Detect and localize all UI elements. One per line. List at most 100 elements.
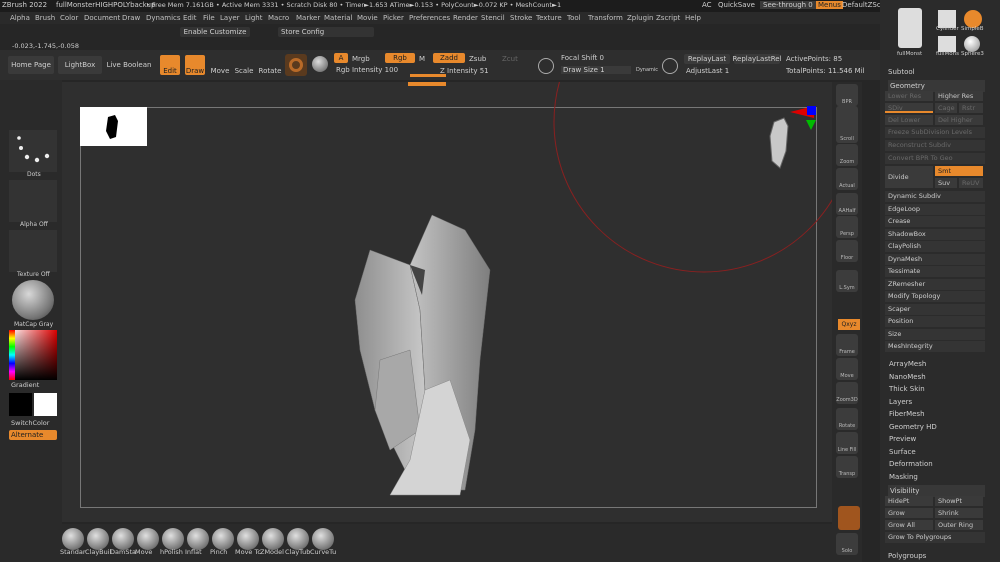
tool-bpr[interactable]: BPR [836,84,858,106]
rstr-button[interactable]: Rstr [959,103,983,113]
section-arraymesh[interactable]: ArrayMesh [889,360,926,368]
store-config-button[interactable]: Store Config [278,27,374,37]
grow-to-polygroups-button[interactable]: Grow To Polygroups [885,532,985,543]
brush-move-tc[interactable] [237,528,259,550]
zadd-toggle[interactable]: Zadd [433,53,465,63]
menu-help[interactable]: Help [685,14,701,22]
color-picker[interactable] [9,330,57,380]
section-preview[interactable]: Preview [889,435,916,443]
brush-claytub[interactable] [287,528,309,550]
lightbox-button[interactable]: LightBox [58,56,102,74]
tool-solo[interactable]: Solo [836,533,858,555]
secondary-color-swatch[interactable] [34,393,57,416]
geometry-edgeloop-button[interactable]: EdgeLoop [885,203,985,215]
suv-toggle[interactable]: Suv [935,178,957,188]
enable-customize-button[interactable]: Enable Customize [180,27,250,37]
menu-material[interactable]: Material [324,14,352,22]
geometry-position-button[interactable]: Position [885,316,985,327]
tool-thumb-fullmons2[interactable] [938,36,956,52]
zsub-toggle[interactable]: Zsub [469,55,486,63]
brush-claybuil[interactable] [87,528,109,550]
menu-file[interactable]: File [203,14,215,22]
menu-stroke[interactable]: Stroke [510,14,532,22]
geometry-dynamic-subdiv-button[interactable]: Dynamic Subdiv [885,191,985,202]
menu-picker[interactable]: Picker [383,14,404,22]
mrgb-toggle[interactable]: Mrgb [352,55,370,63]
tool-rotate[interactable]: Rotate [836,408,858,430]
tool-line-fill[interactable]: Line Fill [836,432,858,454]
menu-zscript[interactable]: Zscript [656,14,680,22]
divide-button[interactable]: Divide [885,166,933,188]
stroke-dots-thumbnail[interactable] [9,130,57,172]
focal-shift-slider[interactable]: Focal Shift 0 [561,54,604,62]
menu-color[interactable]: Color [60,14,78,22]
axis-gizmo[interactable] [760,106,818,176]
geometry-tessimate-button[interactable]: Tessimate [885,266,985,277]
scale-button[interactable]: Scale [234,55,254,75]
quicksave-button[interactable]: QuickSave [718,1,755,9]
texture-thumbnail[interactable] [9,230,57,272]
section-fibermesh[interactable]: FiberMesh [889,410,925,418]
brush-standar[interactable] [62,528,84,550]
home-page-button[interactable]: Home Page [8,56,54,74]
brush-size-icon[interactable] [538,58,554,74]
dynamic-toggle[interactable]: Dynamic [636,67,658,73]
menu-movie[interactable]: Movie [357,14,378,22]
menu-zplugin[interactable]: Zplugin [627,14,653,22]
switch-color-button[interactable]: SwitchColor [11,419,49,427]
menu-tool[interactable]: Tool [567,14,581,22]
canvas-scroll-indicator[interactable] [408,82,446,86]
mesh-model[interactable] [350,210,500,500]
geometry-size-button[interactable]: Size [885,328,985,340]
section-masking[interactable]: Masking [889,473,918,481]
geometry-dynamesh-button[interactable]: DynaMesh [885,253,985,265]
menu-alpha[interactable]: Alpha [10,14,30,22]
draw-button[interactable]: Draw [185,55,205,75]
menu-transform[interactable]: Transform [588,14,623,22]
tool-transp[interactable]: Transp [836,456,858,478]
rgb-toggle[interactable]: Rgb [385,53,415,63]
geometry-meshintegrity-button[interactable]: MeshIntegrity [885,341,985,352]
cage-button[interactable]: Cage [935,103,957,113]
tool-thumb-fullmonster[interactable] [898,8,922,48]
outer-ring-button[interactable]: Outer Ring [935,520,983,530]
geometry-crease-button[interactable]: Crease [885,216,985,227]
menu-render[interactable]: Render [453,14,478,22]
del-lower-button[interactable]: Del Lower [885,115,933,125]
see-through-slider[interactable]: See-through 0 [760,1,816,9]
texture-sphere-icon[interactable] [312,56,328,72]
geometry-zremesher-button[interactable]: ZRemesher [885,278,985,290]
brush-move[interactable] [137,528,159,550]
tool-frame[interactable]: Frame [836,334,858,356]
replay-icon[interactable] [662,58,678,74]
section-thick-skin[interactable]: Thick Skin [889,385,925,393]
brush-curvetu[interactable] [312,528,334,550]
brush-hpolish[interactable] [162,528,184,550]
tool-l-sym[interactable]: L.Sym [836,270,858,292]
brush-damsta[interactable] [112,528,134,550]
hue-strip[interactable] [9,330,15,380]
grow-button[interactable]: Grow [885,508,933,518]
section-deformation[interactable]: Deformation [889,460,933,468]
brush-pinch[interactable] [212,528,234,550]
tool-zoom3d[interactable]: Zoom3D [836,382,858,404]
replay-last-button[interactable]: ReplayLast [684,54,730,64]
higher-res-button[interactable]: Higher Res [935,91,983,101]
menu-edit[interactable]: Edit [183,14,197,22]
geometry-claypolish-button[interactable]: ClayPolish [885,241,985,252]
ghost-button[interactable] [838,506,860,530]
brush-zmodel[interactable] [262,528,284,550]
freeze-subdivision-button[interactable]: Freeze SubDivision Levels [885,127,985,138]
tool-aahalf[interactable]: AAHalf [836,193,858,215]
tool-scroll[interactable]: Scroll [836,121,858,143]
del-higher-button[interactable]: Del Higher [935,115,983,125]
ac-label[interactable]: AC [702,1,712,9]
menu-stencil[interactable]: Stencil [481,14,505,22]
tool-actual[interactable]: Actual [836,168,858,190]
z-intensity-slider[interactable]: Z Intensity 51 [440,67,489,75]
menu-light[interactable]: Light [245,14,262,22]
navigation-thumbnail[interactable] [80,107,147,146]
a-toggle[interactable]: A [334,53,348,63]
hidept-button[interactable]: HidePt [885,496,933,506]
menu-dynamics[interactable]: Dynamics [146,14,181,22]
